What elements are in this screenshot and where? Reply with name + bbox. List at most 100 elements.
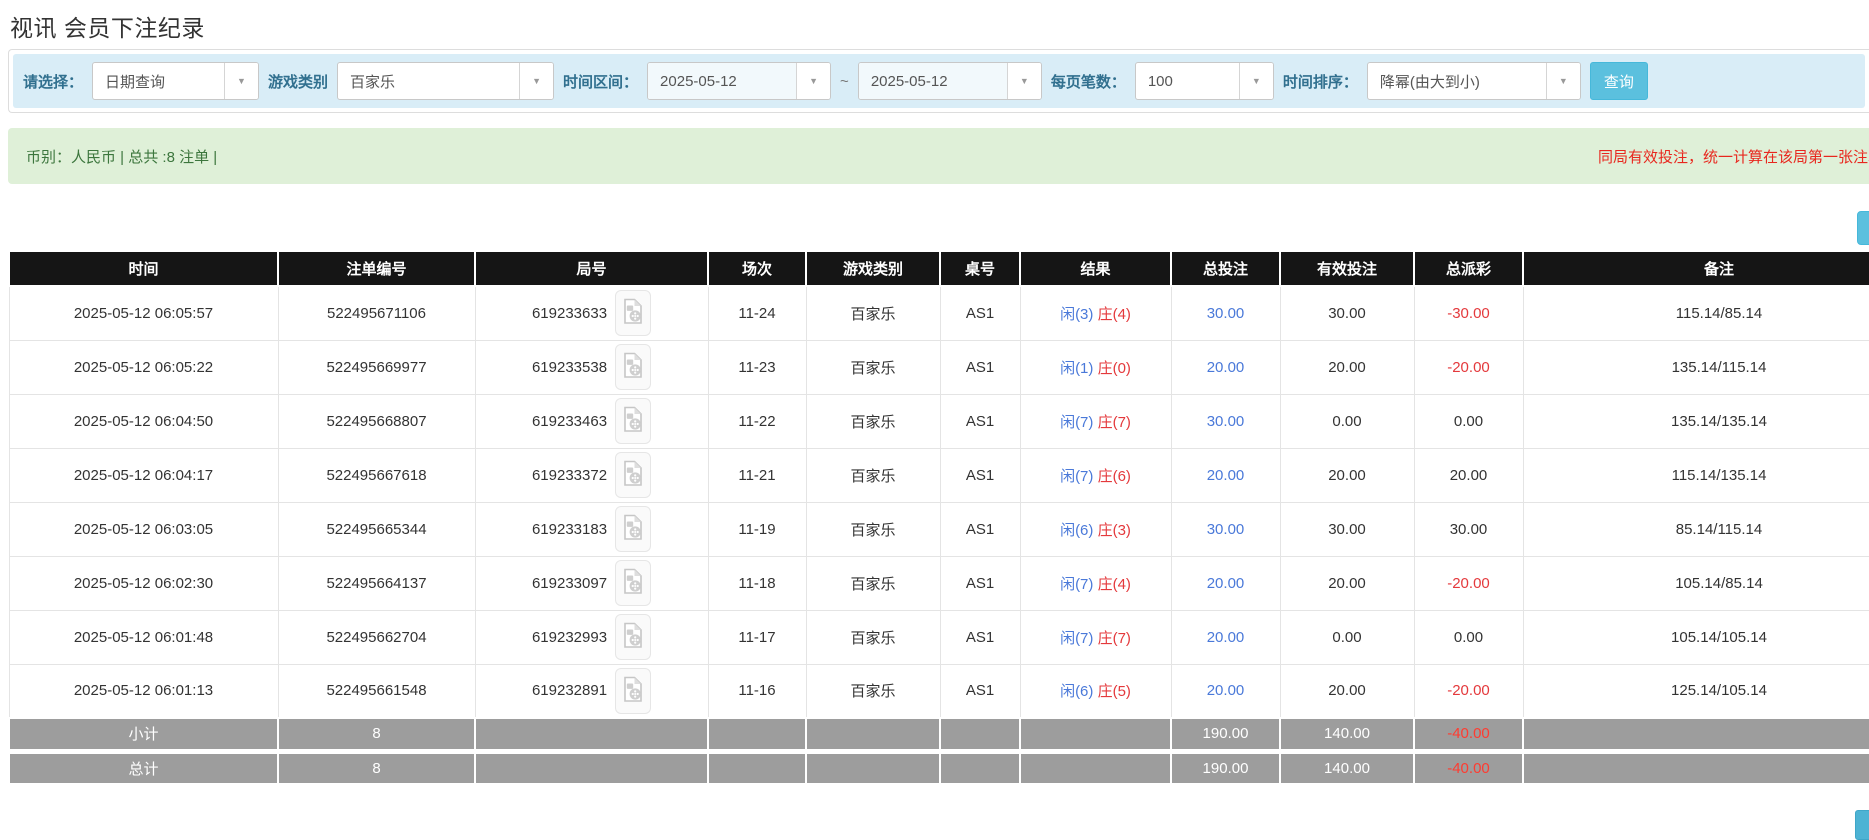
game-type-select[interactable]: 百家乐 ▼ [337,62,554,100]
total-label: 总计 [9,751,278,784]
total-valid-bet: 140.00 [1280,751,1414,784]
cell-valid-bet: 0.00 [1280,610,1414,664]
filter-bar: 请选择： 日期查询 ▼ 游戏类别 百家乐 ▼ 时间区间： 2025-05-12 … [13,54,1865,108]
cell-table-no: AS1 [940,448,1020,502]
round-id-text: 619233183 [532,521,607,538]
cell-payout: 0.00 [1414,610,1523,664]
per-page-label: 每页笔数： [1051,71,1126,92]
cell-game-type: 百家乐 [806,556,940,610]
total-bet-link[interactable]: 20.00 [1207,629,1245,646]
video-replay-button[interactable] [615,668,651,714]
cell-valid-bet: 30.00 [1280,286,1414,340]
query-type-select[interactable]: 日期查询 ▼ [92,62,259,100]
cell-result: 闲(6) 庄(5) [1020,664,1171,718]
result-banker: 庄(6) [1098,468,1131,485]
per-page-select[interactable]: 100 ▼ [1135,62,1274,100]
total-bet-link[interactable]: 30.00 [1207,521,1245,538]
video-replay-button[interactable] [615,506,651,552]
chevron-down-icon: ▼ [224,63,258,99]
cell-remark: 135.14/135.14 [1523,394,1869,448]
total-bet-link[interactable]: 20.00 [1207,682,1245,699]
cell-valid-bet: 20.00 [1280,664,1414,718]
video-replay-button[interactable] [615,614,651,660]
subtotal-payout: -40.00 [1414,718,1523,751]
cell-time: 2025-05-12 06:04:17 [9,448,278,502]
total-bet-link[interactable]: 30.00 [1207,305,1245,322]
round-id-text: 619232993 [532,629,607,646]
total-bet-link[interactable]: 20.00 [1207,359,1245,376]
subtotal-total-bet: 190.00 [1171,718,1280,751]
video-replay-button[interactable] [615,398,651,444]
cell-total-bet: 20.00 [1171,664,1280,718]
cell-round-id: 619232993 [475,610,708,664]
video-replay-button[interactable] [615,452,651,498]
cell-total-bet: 20.00 [1171,610,1280,664]
date-to-value: 2025-05-12 [859,63,1007,99]
cell-session: 11-19 [708,502,806,556]
video-replay-button[interactable] [615,344,651,390]
cell-session: 11-24 [708,286,806,340]
cell-valid-bet: 20.00 [1280,340,1414,394]
cell-remark: 105.14/85.14 [1523,556,1869,610]
cell-bet-id: 522495667618 [278,448,475,502]
cell-table-no: AS1 [940,664,1020,718]
cell-round-id: 619232891 [475,664,708,718]
video-replay-button[interactable] [615,290,651,336]
video-file-icon [622,352,644,382]
subtotal-label: 小计 [9,718,278,751]
header-bet-id: 注单编号 [278,251,475,286]
sort-order-select[interactable]: 降幂(由大到小) ▼ [1367,62,1581,100]
video-replay-button[interactable] [615,560,651,606]
cell-valid-bet: 20.00 [1280,448,1414,502]
cell-time: 2025-05-12 06:03:05 [9,502,278,556]
game-type-label: 游戏类别 [268,71,328,92]
game-type-value: 百家乐 [338,63,519,99]
cell-bet-id: 522495661548 [278,664,475,718]
table-row: 2025-05-12 06:05:57 522495671106 6192336… [9,286,1869,340]
cell-table-no: AS1 [940,394,1020,448]
bottom-right-button-clipped[interactable] [1855,810,1869,840]
cell-payout: -30.00 [1414,286,1523,340]
result-banker: 庄(7) [1098,630,1131,647]
date-to-picker[interactable]: 2025-05-12 ▼ [858,62,1042,100]
cell-result: 闲(7) 庄(7) [1020,610,1171,664]
round-id-text: 619232891 [532,682,607,699]
cell-total-bet: 30.00 [1171,394,1280,448]
cell-time: 2025-05-12 06:02:30 [9,556,278,610]
cell-game-type: 百家乐 [806,664,940,718]
header-table-no: 桌号 [940,251,1020,286]
date-range-separator: ~ [840,73,849,90]
date-from-value: 2025-05-12 [648,63,796,99]
date-from-picker[interactable]: 2025-05-12 ▼ [647,62,831,100]
total-total-bet: 190.00 [1171,751,1280,784]
result-player: 闲(1) [1060,360,1093,377]
cell-bet-id: 522495671106 [278,286,475,340]
cell-valid-bet: 30.00 [1280,502,1414,556]
header-game-type: 游戏类别 [806,251,940,286]
table-row: 2025-05-12 06:01:13 522495661548 6192328… [9,664,1869,718]
total-bet-link[interactable]: 30.00 [1207,413,1245,430]
export-button-clipped[interactable] [1857,211,1869,245]
header-result: 结果 [1020,251,1171,286]
cell-table-no: AS1 [940,340,1020,394]
sort-order-label: 时间排序： [1283,71,1358,92]
cell-round-id: 619233633 [475,286,708,340]
result-banker: 庄(5) [1098,683,1131,700]
cell-table-no: AS1 [940,286,1020,340]
total-bet-link[interactable]: 20.00 [1207,467,1245,484]
total-count: 8 [278,751,475,784]
valid-bet-notice: 同局有效投注，统一计算在该局第一张注单内 [1598,146,1869,167]
total-bet-link[interactable]: 20.00 [1207,575,1245,592]
search-button[interactable]: 查询 [1590,62,1648,100]
cell-valid-bet: 20.00 [1280,556,1414,610]
round-id-text: 619233097 [532,575,607,592]
cell-result: 闲(7) 庄(4) [1020,556,1171,610]
cell-result: 闲(7) 庄(7) [1020,394,1171,448]
cell-remark: 115.14/85.14 [1523,286,1869,340]
cell-session: 11-18 [708,556,806,610]
cell-bet-id: 522495662704 [278,610,475,664]
cell-time: 2025-05-12 06:04:50 [9,394,278,448]
result-banker: 庄(7) [1098,414,1131,431]
video-file-icon [622,568,644,598]
result-player: 闲(7) [1060,468,1093,485]
